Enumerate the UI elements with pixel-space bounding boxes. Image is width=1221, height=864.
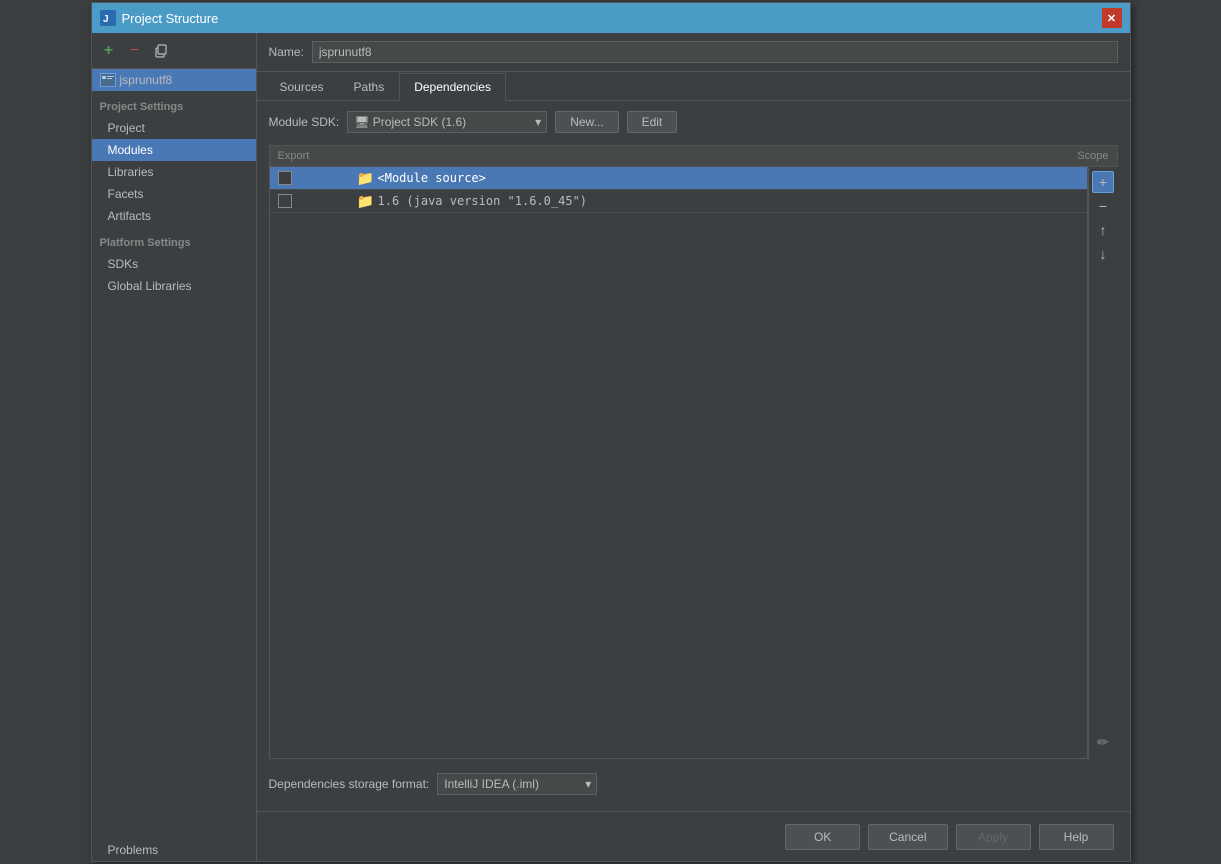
sidebar-item-problems[interactable]: Problems: [92, 839, 256, 861]
content-area: Module SDK: 🖥 Project SDK (1.6) New... E…: [257, 101, 1130, 811]
sdk-label: Module SDK:: [269, 115, 340, 129]
col-header-scope: Scope: [1009, 150, 1109, 162]
bottom-bar: OK Cancel Apply Help: [257, 811, 1130, 861]
sidebar-item-artifacts[interactable]: Artifacts: [92, 205, 256, 227]
dialog-body: + −: [92, 33, 1130, 861]
sidebar-toolbar: + −: [92, 33, 256, 69]
name-input[interactable]: [312, 41, 1118, 63]
project-settings-section: Project Settings: [92, 91, 256, 117]
sidebar-item-facets[interactable]: Facets: [92, 183, 256, 205]
add-dependency-button[interactable]: +: [1092, 171, 1114, 193]
main-content: Name: Sources Paths Dependencies: [257, 33, 1130, 861]
sdk-select-wrapper: 🖥 Project SDK (1.6): [347, 111, 547, 133]
name-row: Name:: [257, 33, 1130, 72]
folder-blue-icon: 📁: [358, 171, 374, 185]
module-sdk-row: Module SDK: 🖥 Project SDK (1.6) New... E…: [269, 111, 1118, 133]
dep-row-module-source[interactable]: 📁 <Module source>: [270, 167, 1087, 190]
storage-select-wrapper: IntelliJ IDEA (.iml): [437, 773, 597, 795]
storage-row: Dependencies storage format: IntelliJ ID…: [269, 767, 1118, 801]
dep-checkbox-1[interactable]: [278, 171, 292, 185]
svg-text:J: J: [103, 14, 109, 25]
dep-table-body: 📁 <Module source>: [269, 167, 1088, 759]
dialog-title: Project Structure: [122, 11, 219, 26]
cancel-button[interactable]: Cancel: [868, 824, 947, 850]
dep-row-jdk[interactable]: 📁 1.6 (java version "1.6.0_45"): [270, 190, 1087, 213]
dep-name-2: 1.6 (java version "1.6.0_45"): [378, 194, 588, 208]
move-down-button[interactable]: ↓: [1092, 243, 1114, 265]
sidebar: + −: [92, 33, 257, 861]
dep-name-col-2: 📁 1.6 (java version "1.6.0_45"): [358, 194, 979, 208]
sidebar-module-name: jsprunutf8: [120, 73, 173, 87]
sidebar-item-project[interactable]: Project: [92, 117, 256, 139]
remove-dependency-button[interactable]: −: [1092, 195, 1114, 217]
storage-select[interactable]: IntelliJ IDEA (.iml): [437, 773, 597, 795]
dep-checkbox-2[interactable]: [278, 194, 292, 208]
close-button[interactable]: ✕: [1102, 8, 1122, 28]
tabs-row: Sources Paths Dependencies: [257, 72, 1130, 101]
move-up-button[interactable]: ↑: [1092, 219, 1114, 241]
dep-table-header: Export Scope: [269, 145, 1118, 167]
col-header-name: [358, 150, 1009, 162]
apply-button[interactable]: Apply: [956, 824, 1031, 850]
module-icon: [100, 73, 116, 87]
tab-sources[interactable]: Sources: [265, 73, 339, 101]
remove-module-button[interactable]: −: [124, 40, 146, 62]
intellij-icon: J: [100, 10, 116, 26]
tab-dependencies[interactable]: Dependencies: [399, 73, 506, 101]
edit-pencil-icon[interactable]: ✏: [1093, 730, 1113, 755]
col-header-export: Export: [278, 150, 358, 162]
sidebar-item-sdks[interactable]: SDKs: [92, 253, 256, 275]
sidebar-item-libraries[interactable]: Libraries: [92, 161, 256, 183]
sidebar-item-modules[interactable]: Modules: [92, 139, 256, 161]
sidebar-module-item[interactable]: jsprunutf8: [92, 69, 256, 91]
dialog-wrapper: J Project Structure ✕ + −: [91, 2, 1131, 862]
dep-export-col-1: [278, 171, 358, 185]
project-structure-dialog: J Project Structure ✕ + −: [91, 2, 1131, 862]
ok-button[interactable]: OK: [785, 824, 860, 850]
title-bar-left: J Project Structure: [100, 10, 219, 26]
dep-name-col-1: 📁 <Module source>: [358, 171, 979, 185]
edit-sdk-button[interactable]: Edit: [627, 111, 678, 133]
dep-name-1: <Module source>: [378, 171, 486, 185]
storage-label: Dependencies storage format:: [269, 777, 430, 791]
plus-btn-wrapper: + 1 JARs or directories... 2: [1092, 171, 1114, 193]
folder-orange-icon: 📁: [358, 194, 374, 208]
copy-module-button[interactable]: [150, 40, 172, 62]
sidebar-item-global-libraries[interactable]: Global Libraries: [92, 275, 256, 297]
platform-settings-section: Platform Settings: [92, 227, 256, 253]
help-button[interactable]: Help: [1039, 824, 1114, 850]
sdk-select[interactable]: 🖥 Project SDK (1.6): [347, 111, 547, 133]
dep-actions-col: + 1 JARs or directories... 2: [1088, 167, 1118, 759]
table-wrapper: 📁 <Module source>: [269, 167, 1118, 759]
dep-export-col-2: [278, 194, 358, 208]
title-bar: J Project Structure ✕: [92, 3, 1130, 33]
table-main: 📁 <Module source>: [269, 167, 1088, 759]
new-sdk-button[interactable]: New...: [555, 111, 618, 133]
tab-paths[interactable]: Paths: [339, 73, 400, 101]
name-label: Name:: [269, 45, 304, 59]
add-module-button[interactable]: +: [98, 40, 120, 62]
